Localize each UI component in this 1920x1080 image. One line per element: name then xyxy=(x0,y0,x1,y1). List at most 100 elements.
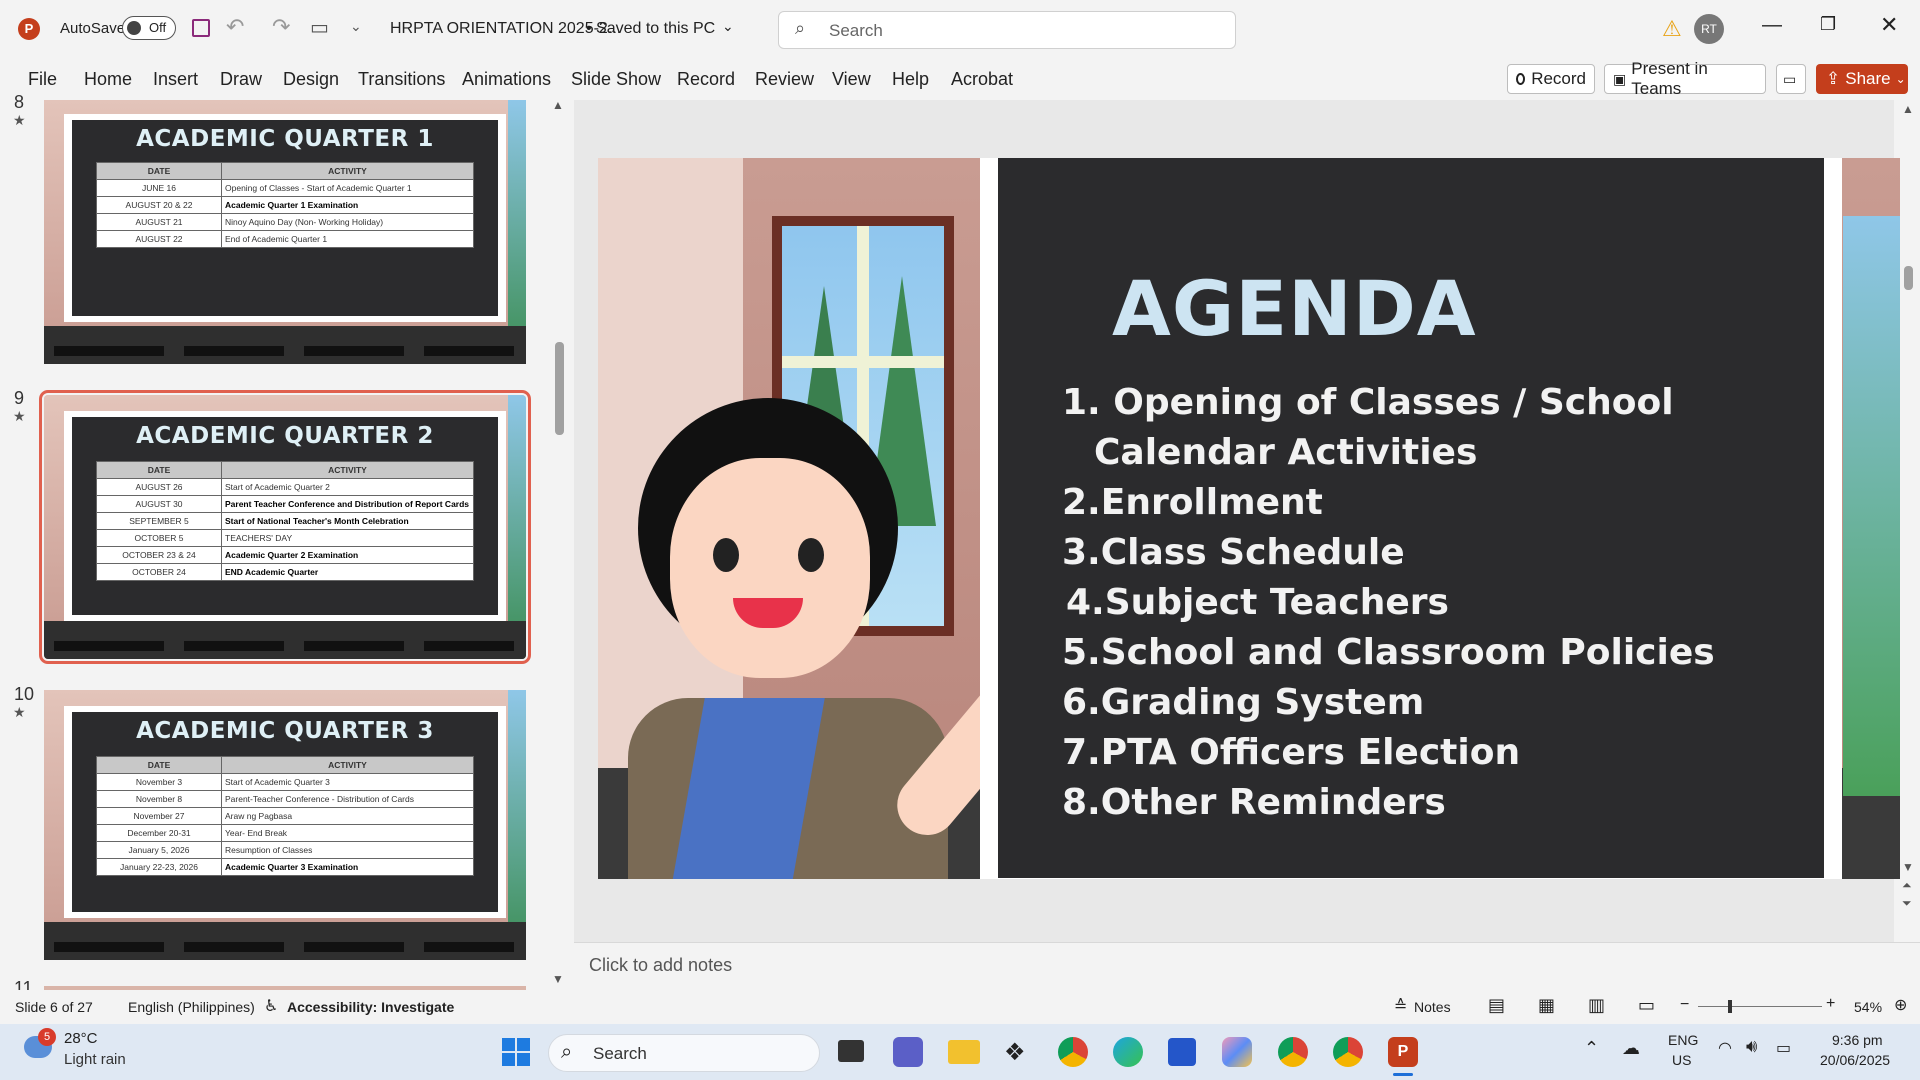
tab-design[interactable]: Design xyxy=(283,69,339,90)
tab-review[interactable]: Review xyxy=(755,69,814,90)
wifi-icon[interactable]: ◠ xyxy=(1718,1038,1732,1058)
tab-view[interactable]: View xyxy=(832,69,871,90)
normal-view-icon[interactable]: ▤ xyxy=(1488,995,1505,1016)
notes-placeholder[interactable]: Click to add notes xyxy=(589,955,732,976)
restore-icon[interactable]: ❐ xyxy=(1820,14,1836,35)
next-slide-icon[interactable]: ⏷ xyxy=(1902,896,1912,911)
zoom-slider-thumb[interactable] xyxy=(1728,1000,1732,1013)
agenda-item-3[interactable]: 3.Class Schedule xyxy=(1062,532,1405,573)
tab-acrobat[interactable]: Acrobat xyxy=(951,69,1013,90)
edge-icon[interactable] xyxy=(1113,1037,1143,1067)
tab-record[interactable]: Record xyxy=(677,69,735,90)
present-in-teams-button[interactable]: ▣ Present in Teams xyxy=(1604,59,1766,98)
zoom-in-icon[interactable]: + xyxy=(1826,995,1835,1013)
tab-help[interactable]: Help xyxy=(892,69,929,90)
scroll-up-icon[interactable]: ▲ xyxy=(1902,102,1914,116)
undo-icon[interactable]: ↶ xyxy=(226,14,244,40)
powerpoint-taskbar-icon[interactable]: P xyxy=(1388,1037,1418,1067)
chevron-up-icon[interactable]: ⌃ xyxy=(1584,1038,1599,1059)
tab-animations[interactable]: Animations xyxy=(462,69,551,90)
slide-scrollbar[interactable] xyxy=(1904,266,1913,290)
thumbnail-scrollbar[interactable] xyxy=(555,342,564,435)
warning-icon[interactable]: ⚠ xyxy=(1662,16,1682,42)
avatar[interactable]: RT xyxy=(1694,14,1724,44)
chrome-profile-icon[interactable] xyxy=(1278,1037,1308,1067)
agenda-item-4[interactable]: 4.Subject Teachers xyxy=(1066,582,1449,623)
ribbon-tabs: File Home Insert Draw Design Transitions… xyxy=(0,58,1920,100)
task-view-icon[interactable] xyxy=(838,1040,864,1062)
slide-editing-area[interactable]: AGENDA 1. Opening of Classes / School Ca… xyxy=(574,100,1914,942)
notes-toggle[interactable]: Notes xyxy=(1414,999,1451,1015)
slide-sorter-icon[interactable]: ▦ xyxy=(1538,995,1555,1016)
tab-transitions[interactable]: Transitions xyxy=(358,69,445,90)
windows-start-icon[interactable] xyxy=(502,1038,530,1066)
table-cell: Academic Quarter 2 Examination xyxy=(221,546,474,564)
present-from-start-icon[interactable]: ▭ xyxy=(310,15,329,40)
agenda-item-2[interactable]: 2.Enrollment xyxy=(1062,482,1323,523)
file-explorer-icon[interactable] xyxy=(948,1040,980,1064)
chrome-icon[interactable] xyxy=(1058,1037,1088,1067)
scroll-down-icon[interactable]: ▼ xyxy=(552,972,564,986)
slide-thumbnail-8[interactable]: ACADEMIC QUARTER 1 DATE ACTIVITY JUNE 16… xyxy=(44,100,526,364)
weather-temperature[interactable]: 28°C xyxy=(64,1030,98,1047)
teams-app-icon[interactable] xyxy=(893,1037,923,1067)
thumb-bench xyxy=(424,641,514,651)
taskbar-search[interactable]: ⌕ Search xyxy=(548,1034,820,1072)
agenda-item-7[interactable]: 7.PTA Officers Election xyxy=(1062,732,1520,773)
agenda-item-1[interactable]: 1. Opening of Classes / School xyxy=(1062,382,1674,423)
zoom-level[interactable]: 54% xyxy=(1854,999,1882,1015)
notes-pane[interactable]: Click to add notes xyxy=(574,942,1920,991)
redo-icon[interactable]: ↷ xyxy=(272,14,290,40)
slide-canvas[interactable]: AGENDA 1. Opening of Classes / School Ca… xyxy=(598,158,1900,879)
agenda-item-6[interactable]: 6.Grading System xyxy=(1062,682,1424,723)
language-status[interactable]: English (Philippines) xyxy=(128,999,255,1015)
share-button[interactable]: ⇪ Share ⌄ xyxy=(1816,64,1908,94)
tab-draw[interactable]: Draw xyxy=(220,69,262,90)
tab-home[interactable]: Home xyxy=(84,69,132,90)
agenda-item-5[interactable]: 5.School and Classroom Policies xyxy=(1062,632,1715,673)
volume-icon[interactable]: 🔊︎ xyxy=(1746,1036,1757,1057)
minimize-icon[interactable]: — xyxy=(1762,14,1782,37)
agenda-board[interactable]: AGENDA 1. Opening of Classes / School Ca… xyxy=(998,158,1824,878)
agenda-item-1-cont[interactable]: Calendar Activities xyxy=(1094,432,1477,473)
save-state[interactable]: • Saved to this PC xyxy=(586,20,715,38)
thumb-floor xyxy=(44,922,526,960)
autosave-toggle[interactable]: Off xyxy=(122,16,176,40)
table-cell: December 20-31 xyxy=(96,824,222,842)
clock-time[interactable]: 9:36 pm xyxy=(1832,1032,1883,1048)
search-box[interactable]: ⌕ Search xyxy=(778,11,1236,49)
slide-thumbnail-10[interactable]: ACADEMIC QUARTER 3 DATE ACTIVITY Novembe… xyxy=(44,690,526,960)
battery-icon[interactable]: ▭ xyxy=(1776,1038,1791,1058)
zoom-out-icon[interactable]: − xyxy=(1680,996,1689,1014)
chevron-down-icon[interactable]: ⌄ xyxy=(722,18,734,35)
tab-slide-show[interactable]: Slide Show xyxy=(571,69,661,90)
customize-toolbar-icon[interactable]: ⌄ xyxy=(350,18,362,35)
language-top[interactable]: ENG xyxy=(1668,1032,1698,1048)
close-icon[interactable]: ✕ xyxy=(1880,12,1898,38)
scroll-down-icon[interactable]: ▼ xyxy=(1902,860,1914,874)
previous-slide-icon[interactable]: ⏶ xyxy=(1902,878,1912,893)
onedrive-icon[interactable]: ☁ xyxy=(1622,1038,1640,1059)
language-bottom[interactable]: US xyxy=(1672,1052,1691,1068)
store-icon[interactable] xyxy=(1168,1038,1196,1066)
save-icon[interactable] xyxy=(192,19,210,37)
record-button[interactable]: Record xyxy=(1507,64,1595,94)
table-cell: November 3 xyxy=(96,773,222,791)
chrome-profile-icon[interactable] xyxy=(1333,1037,1363,1067)
accessibility-status[interactable]: Accessibility: Investigate xyxy=(287,999,454,1015)
copilot-icon[interactable] xyxy=(1222,1037,1252,1067)
tab-insert[interactable]: Insert xyxy=(153,69,198,90)
weather-description[interactable]: Light rain xyxy=(64,1051,126,1068)
slide-thumbnail-9[interactable]: ACADEMIC QUARTER 2 DATE ACTIVITY AUGUST … xyxy=(39,390,531,664)
fit-to-window-icon[interactable]: ⊕ xyxy=(1894,995,1907,1015)
comments-button[interactable]: ▭ xyxy=(1776,64,1806,94)
slide-title[interactable]: AGENDA xyxy=(1112,264,1477,353)
reading-view-icon[interactable]: ▥ xyxy=(1588,995,1605,1016)
clock-date[interactable]: 20/06/2025 xyxy=(1820,1052,1890,1068)
slideshow-view-icon[interactable]: ▭ xyxy=(1638,995,1655,1016)
tab-file[interactable]: File xyxy=(28,69,57,90)
zoom-slider[interactable] xyxy=(1698,1000,1822,1013)
scroll-up-icon[interactable]: ▲ xyxy=(552,98,564,112)
dropbox-icon[interactable]: ❖ xyxy=(1004,1038,1034,1066)
agenda-item-8[interactable]: 8.Other Reminders xyxy=(1062,782,1446,823)
